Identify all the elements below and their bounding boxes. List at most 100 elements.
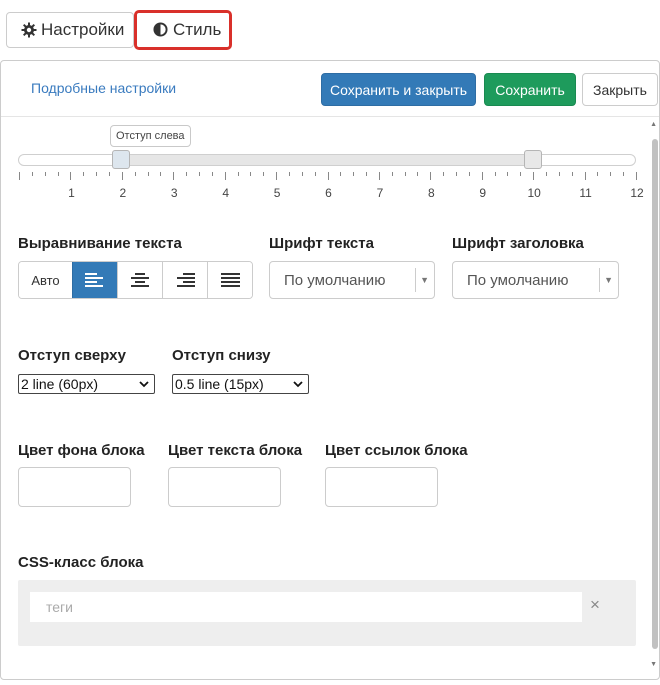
chevron-down-icon bbox=[293, 381, 303, 388]
font-text-select[interactable]: По умолчанию ▼ bbox=[269, 261, 435, 299]
slider-tick-label: 1 bbox=[68, 186, 75, 200]
text-color-label: Цвет текста блока bbox=[168, 442, 303, 459]
slider-tick bbox=[533, 172, 535, 180]
slider-tick bbox=[134, 172, 136, 176]
slider-tick bbox=[494, 172, 496, 176]
slider-tick bbox=[623, 172, 625, 176]
slider-tick bbox=[584, 172, 586, 180]
slider-handle-right[interactable] bbox=[524, 150, 542, 169]
slider-tick bbox=[121, 172, 123, 180]
padding-top-value: 2 line (60px) bbox=[21, 376, 99, 392]
slider-tick-label: 11 bbox=[579, 186, 592, 200]
slider-tick bbox=[19, 172, 20, 180]
align-left-button[interactable] bbox=[72, 262, 117, 298]
slider-tick bbox=[108, 172, 110, 176]
slider-tick bbox=[224, 172, 226, 180]
slider-tick-label: 3 bbox=[170, 186, 178, 200]
clear-tags-icon[interactable]: × bbox=[590, 595, 600, 615]
slider-tooltip: Отступ слева bbox=[110, 125, 191, 147]
slider-tick bbox=[160, 172, 162, 176]
slider-tick-label: 7 bbox=[376, 186, 384, 200]
text-align-label: Выравнивание текста bbox=[18, 235, 182, 252]
scroll-down-icon[interactable]: ▼ bbox=[650, 661, 657, 668]
slider-tick-label: 4 bbox=[222, 186, 229, 200]
css-class-label: CSS-класс блока bbox=[18, 554, 144, 571]
slider-tick bbox=[404, 172, 406, 176]
padding-bottom-value: 0.5 line (15px) bbox=[175, 376, 264, 392]
slider-tick bbox=[31, 172, 33, 176]
slider-tick bbox=[558, 172, 560, 176]
bg-color-input[interactable] bbox=[18, 467, 131, 507]
tab-style[interactable]: Стиль bbox=[134, 10, 232, 50]
css-class-tags-input[interactable]: теги bbox=[30, 592, 582, 622]
chevron-down-icon bbox=[139, 381, 149, 388]
slider-tick bbox=[173, 172, 175, 180]
slider-tick bbox=[391, 172, 393, 176]
slider-tick bbox=[70, 172, 72, 180]
slider-tick bbox=[237, 172, 239, 176]
font-heading-value: По умолчанию bbox=[467, 271, 569, 289]
slider-tick bbox=[468, 172, 470, 176]
slider-tick bbox=[636, 172, 637, 180]
slider-tick bbox=[83, 172, 85, 176]
caret-down-icon: ▼ bbox=[604, 275, 613, 285]
panel-header: Подробные настройки Сохранить и закрыть … bbox=[1, 61, 659, 117]
align-right-button[interactable] bbox=[162, 262, 207, 298]
bg-color-label: Цвет фона блока bbox=[18, 442, 145, 459]
slider-tick-label: 6 bbox=[325, 186, 332, 200]
slider-tick bbox=[597, 172, 599, 176]
detail-settings-link[interactable]: Подробные настройки bbox=[31, 80, 176, 96]
slider-tick bbox=[520, 172, 522, 176]
slider-tick bbox=[340, 172, 342, 176]
slider-tick bbox=[263, 172, 265, 176]
scroll-up-icon[interactable]: ▲ bbox=[650, 121, 657, 128]
slider-tick bbox=[288, 172, 290, 176]
slider-tick bbox=[276, 172, 278, 180]
padding-bottom-select[interactable]: 0.5 line (15px) bbox=[172, 374, 309, 394]
slider-handle-left[interactable] bbox=[112, 150, 130, 169]
align-center-icon bbox=[131, 273, 149, 287]
tab-settings[interactable]: Настройки bbox=[6, 12, 134, 48]
slider-tick bbox=[57, 172, 59, 176]
slider-tick bbox=[314, 172, 316, 176]
scrollbar-thumb[interactable] bbox=[652, 139, 658, 649]
save-button[interactable]: Сохранить bbox=[484, 73, 576, 106]
slider-tick bbox=[610, 172, 612, 176]
slider-tick bbox=[301, 172, 303, 176]
slider-selected-range bbox=[121, 154, 533, 166]
gear-icon bbox=[21, 22, 37, 38]
padding-bottom-label: Отступ снизу bbox=[172, 347, 271, 364]
align-right-icon bbox=[177, 273, 195, 287]
slider-tick bbox=[417, 172, 419, 176]
font-text-value: По умолчанию bbox=[284, 271, 386, 289]
padding-top-select[interactable]: 2 line (60px) bbox=[18, 374, 155, 394]
slider-tick bbox=[366, 172, 368, 176]
slider-tick bbox=[546, 172, 548, 176]
slider-tick bbox=[430, 172, 432, 180]
close-button[interactable]: Закрыть bbox=[582, 73, 658, 106]
slider-tick bbox=[481, 172, 483, 180]
slider-tick-label: 2 bbox=[119, 186, 127, 200]
contrast-icon bbox=[153, 22, 169, 38]
align-justify-button[interactable] bbox=[207, 262, 252, 298]
slider-tick bbox=[571, 172, 573, 176]
align-justify-icon bbox=[221, 273, 240, 287]
text-color-input[interactable] bbox=[168, 467, 281, 507]
align-left-icon bbox=[85, 273, 103, 287]
save-and-close-button[interactable]: Сохранить и закрыть bbox=[321, 73, 476, 106]
slider-tick bbox=[456, 172, 458, 176]
link-color-input[interactable] bbox=[325, 467, 438, 507]
slider-tick bbox=[378, 172, 380, 180]
slider-tick-label: 5 bbox=[273, 186, 281, 200]
caret-down-icon: ▼ bbox=[420, 275, 429, 285]
font-heading-select[interactable]: По умолчанию ▼ bbox=[452, 261, 619, 299]
slider-tick-label: 10 bbox=[527, 186, 541, 200]
font-heading-label: Шрифт заголовка bbox=[452, 235, 584, 252]
font-text-label: Шрифт текста bbox=[269, 235, 374, 252]
align-auto-button[interactable]: Авто bbox=[19, 262, 72, 298]
padding-top-label: Отступ сверху bbox=[18, 347, 126, 364]
slider-tick bbox=[353, 172, 355, 176]
css-class-tags-box: теги × bbox=[18, 580, 636, 646]
slider-tick bbox=[327, 172, 329, 180]
align-center-button[interactable] bbox=[117, 262, 162, 298]
